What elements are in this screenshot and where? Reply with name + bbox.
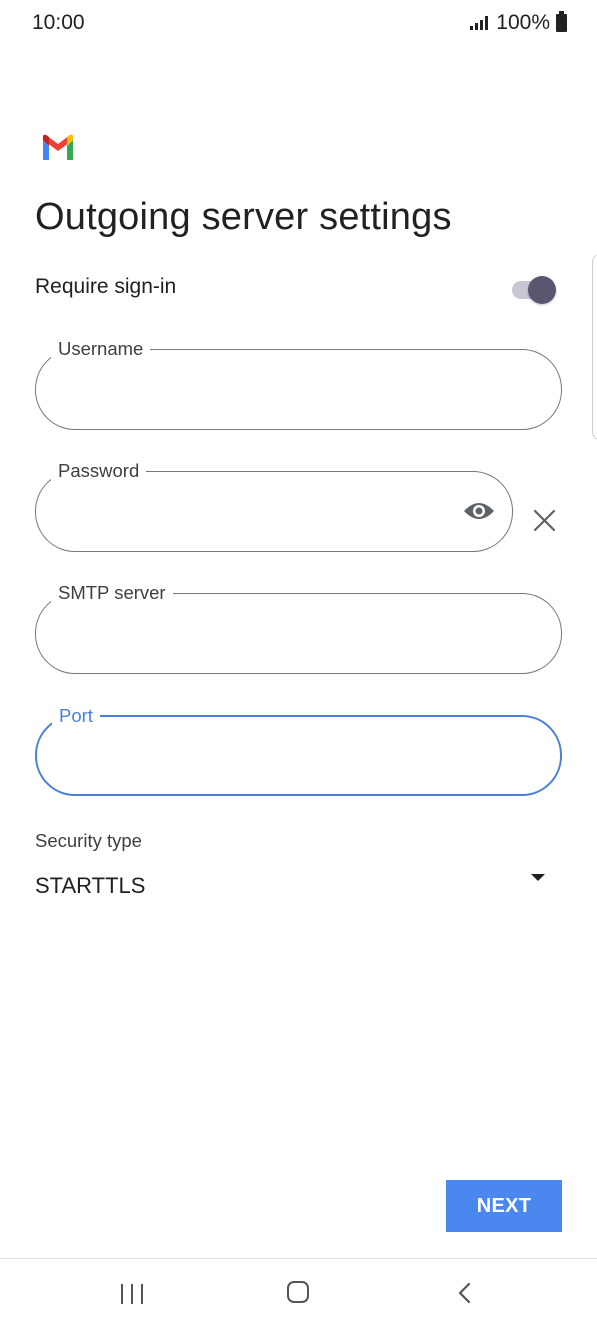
username-label: Username — [51, 337, 151, 361]
port-field[interactable]: Port — [35, 704, 562, 796]
require-signin-label: Require sign-in — [35, 275, 177, 298]
password-label: Password — [51, 459, 147, 483]
battery-percent: 100% — [496, 11, 550, 34]
smtp-server-label: SMTP server — [51, 581, 173, 605]
eye-icon[interactable] — [463, 499, 495, 523]
security-type-select[interactable]: STARTTLS — [35, 873, 145, 899]
require-signin-toggle[interactable] — [510, 276, 556, 304]
page-title: Outgoing server settings — [35, 196, 452, 238]
close-icon[interactable] — [533, 509, 556, 532]
status-time: 10:00 — [32, 11, 85, 34]
battery-icon — [556, 11, 567, 32]
toggle-thumb — [528, 276, 556, 304]
back-icon[interactable] — [455, 1281, 475, 1305]
status-right: 100% — [470, 11, 567, 35]
port-label: Port — [52, 704, 100, 728]
status-bar: 10:00 100% — [0, 0, 597, 46]
signal-icon — [470, 16, 489, 30]
username-field[interactable]: Username — [35, 337, 562, 430]
home-icon[interactable] — [287, 1281, 309, 1303]
recents-icon[interactable] — [121, 1284, 143, 1304]
gmail-logo-icon — [43, 134, 73, 160]
navigation-bar — [0, 1259, 597, 1328]
smtp-server-field[interactable]: SMTP server — [35, 581, 562, 674]
security-type-label: Security type — [35, 830, 142, 851]
scroll-indicator[interactable] — [592, 254, 597, 440]
password-field[interactable]: Password — [35, 459, 513, 552]
dropdown-arrow-icon[interactable] — [531, 874, 545, 881]
next-button[interactable]: NEXT — [446, 1180, 562, 1232]
